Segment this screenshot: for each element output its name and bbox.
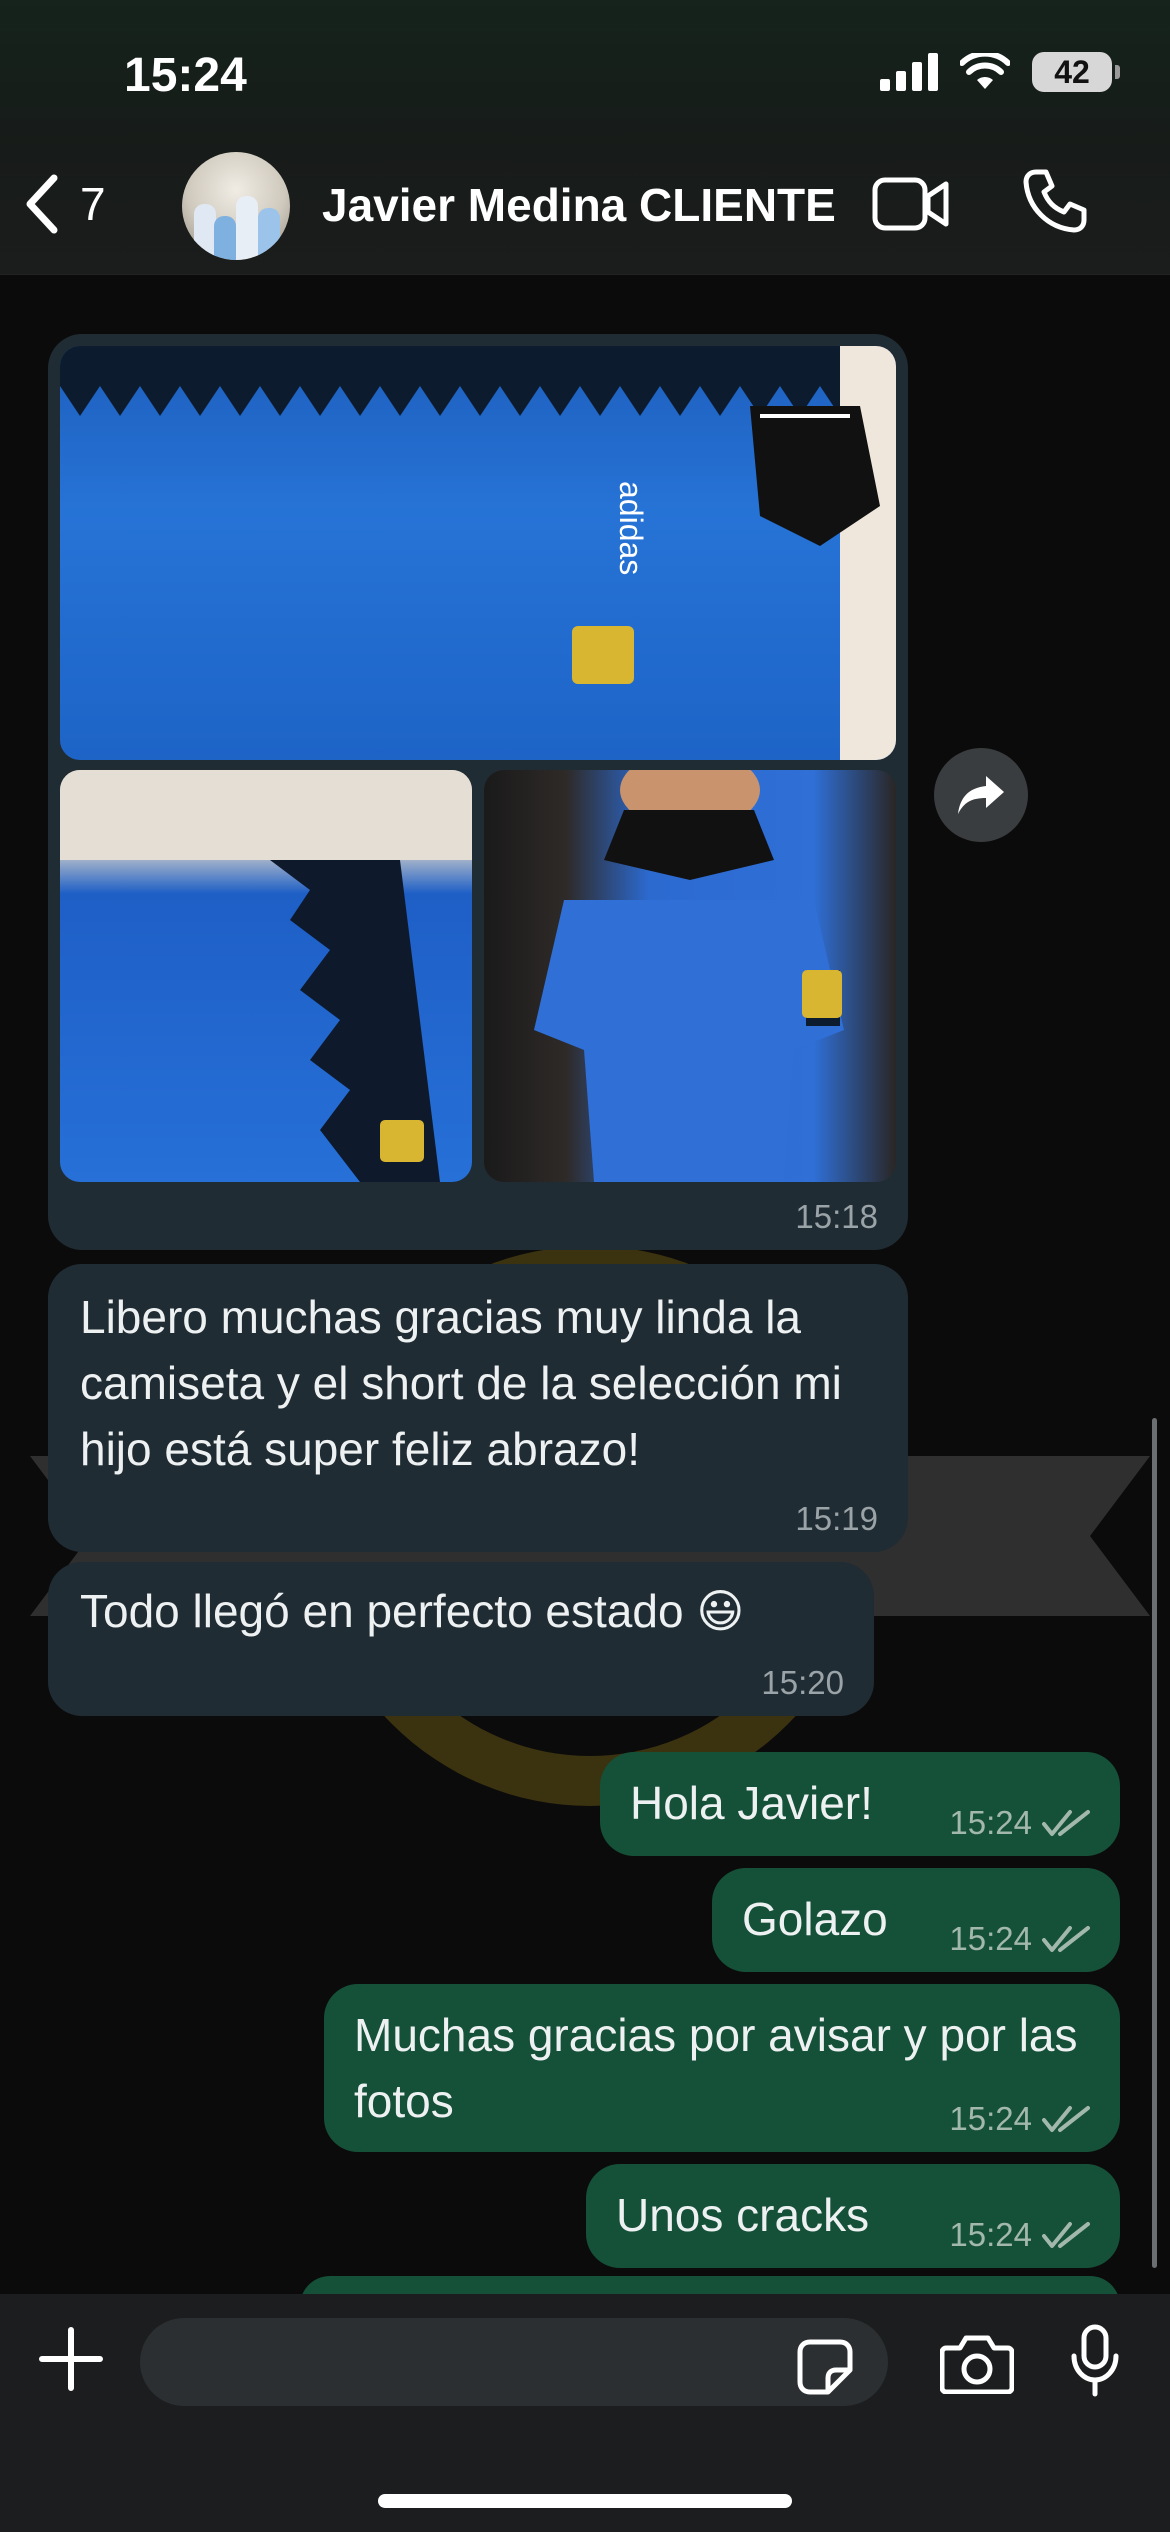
battery-indicator: 42 xyxy=(1032,52,1120,92)
message-time: 15:24 xyxy=(949,1804,1032,1841)
forward-button[interactable] xyxy=(934,748,1028,842)
photo-shirt[interactable]: adidas xyxy=(60,346,896,760)
chat-header: 15:24 42 7 Javier Medina CLIENTE xyxy=(0,0,1170,275)
contact-name[interactable]: Javier Medina CLIENTE xyxy=(322,178,836,232)
forward-icon xyxy=(958,776,1004,814)
video-call-icon xyxy=(872,177,949,231)
message-text: Todo llegó en perfecto estado 😃 xyxy=(80,1585,745,1637)
message-time: 15:24 xyxy=(949,1920,1032,1957)
phone-icon xyxy=(1023,169,1087,233)
child-illustration xyxy=(534,770,844,1182)
double-check-icon xyxy=(1042,1810,1090,1836)
incoming-message[interactable]: Todo llegó en perfecto estado 😃 15:20 xyxy=(48,1562,874,1716)
signal-icon xyxy=(880,53,938,91)
message-text: Hola Javier! xyxy=(630,1777,873,1829)
photo-child-wearing-shirt[interactable] xyxy=(484,770,896,1182)
message-status: 15:24 xyxy=(949,1804,1090,1842)
composer-bar xyxy=(0,2294,1170,2532)
back-button[interactable]: 7 xyxy=(24,174,106,234)
double-check-icon xyxy=(1042,2222,1090,2248)
outgoing-message[interactable]: Unos cracks 15:24 xyxy=(586,2164,1120,2268)
shirt-illustration: adidas xyxy=(60,346,896,760)
outgoing-message[interactable]: Muchas gracias por avisar y por las foto… xyxy=(324,1984,1120,2152)
message-time: 15:19 xyxy=(795,1500,878,1537)
camera-button[interactable] xyxy=(939,2334,1015,2399)
home-indicator xyxy=(378,2494,792,2508)
wifi-icon xyxy=(960,53,1010,89)
message-status: 15:24 xyxy=(949,2216,1090,2254)
mic-button[interactable] xyxy=(1070,2324,1120,2403)
sticker-button[interactable] xyxy=(796,2338,854,2401)
message-text: Unos cracks xyxy=(616,2189,870,2241)
status-time: 15:24 xyxy=(124,49,247,102)
incoming-message[interactable]: Libero muchas gracias muy linda la camis… xyxy=(48,1264,908,1552)
voice-call-button[interactable] xyxy=(1022,168,1088,239)
message-time: 15:24 xyxy=(949,2100,1032,2137)
camera-icon xyxy=(939,2335,1015,2395)
message-text: Libero muchas gracias muy linda la camis… xyxy=(80,1291,842,1475)
photo-shorts[interactable] xyxy=(60,770,472,1182)
message-input[interactable] xyxy=(140,2318,888,2406)
message-time: 15:20 xyxy=(761,1664,844,1701)
sticker-icon xyxy=(797,2339,853,2395)
scrollbar[interactable] xyxy=(1152,1418,1157,2268)
outgoing-message[interactable]: Hola Javier! 15:24 xyxy=(600,1752,1120,1856)
mic-icon xyxy=(1071,2324,1119,2397)
battery-level: 42 xyxy=(1032,52,1112,92)
status-icons: 42 xyxy=(880,52,1120,92)
message-text: Golazo xyxy=(742,1893,888,1945)
double-check-icon xyxy=(1042,1926,1090,1952)
media-time: 15:18 xyxy=(795,1198,878,1235)
media-message[interactable]: adidas 15:18 xyxy=(48,334,908,1250)
contact-avatar[interactable] xyxy=(182,152,290,260)
message-time: 15:24 xyxy=(949,2216,1032,2253)
back-chevron-icon xyxy=(26,174,58,234)
shorts-illustration xyxy=(60,770,472,1182)
outgoing-message[interactable]: Golazo 15:24 xyxy=(712,1868,1120,1972)
message-status: 15:24 xyxy=(949,1920,1090,1958)
attach-button[interactable] xyxy=(38,2326,104,2397)
plus-icon xyxy=(39,2327,103,2391)
video-call-button[interactable] xyxy=(872,176,950,237)
double-check-icon xyxy=(1042,2106,1090,2132)
svg-text:adidas: adidas xyxy=(613,481,649,575)
unread-count: 7 xyxy=(80,178,106,230)
message-status: 15:24 xyxy=(949,2100,1090,2138)
